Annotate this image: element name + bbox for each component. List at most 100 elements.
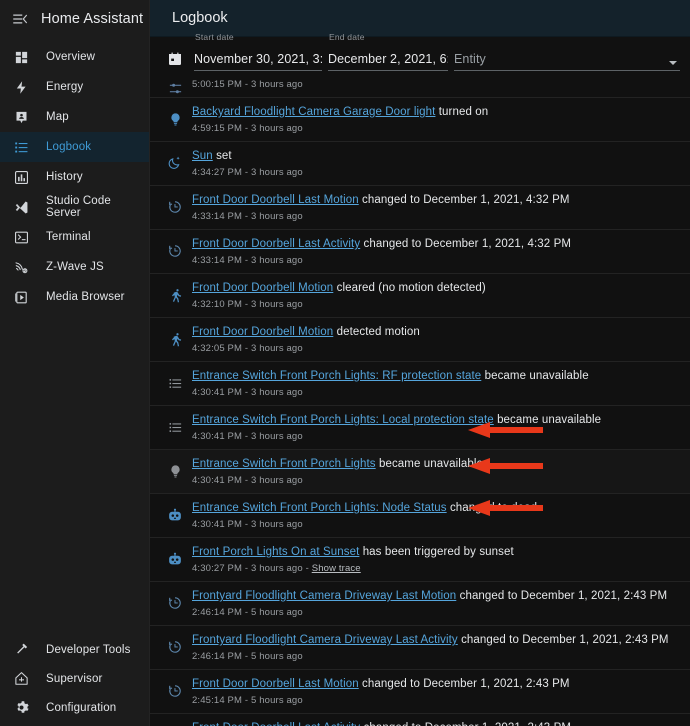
entity-link[interactable]: Front Door Doorbell Last Activity bbox=[192, 722, 360, 726]
sidebar-item-history[interactable]: History bbox=[0, 162, 149, 192]
tune-icon bbox=[161, 77, 189, 99]
sidebar-nav: Overview Energy Map bbox=[0, 37, 149, 635]
sidebar-item-label: Energy bbox=[46, 81, 83, 93]
calendar-icon[interactable] bbox=[164, 48, 186, 70]
entity-link[interactable]: Front Door Doorbell Last Motion bbox=[192, 678, 359, 690]
log-entry-body: Entrance Switch Front Porch Lights: Node… bbox=[189, 501, 680, 530]
sidebar-item-energy[interactable]: Energy bbox=[0, 72, 149, 102]
log-entry-row[interactable]: Front Door Doorbell Last Activity change… bbox=[150, 713, 690, 726]
log-entry-body: Front Door Doorbell Last Activity change… bbox=[189, 237, 680, 266]
log-entry-body: Front Door Doorbell Last Motion changed … bbox=[189, 193, 680, 222]
entity-link[interactable]: Frontyard Floodlight Camera Driveway Las… bbox=[192, 634, 458, 646]
sidebar-item-media-browser[interactable]: Media Browser bbox=[0, 282, 149, 312]
log-entry-row[interactable]: Front Door Doorbell Last Motion changed … bbox=[150, 185, 690, 229]
end-date-value: December 2, 2021, 6:00 PM bbox=[328, 52, 448, 71]
view-dashboard-icon bbox=[10, 46, 32, 68]
chevron-down-icon[interactable] bbox=[669, 61, 677, 65]
log-entry-row[interactable]: Sun set 4:34:27 PM - 3 hours ago bbox=[150, 141, 690, 185]
log-entry-row[interactable]: Front Porch Lights On at Sunset has been… bbox=[150, 537, 690, 581]
entity-link[interactable]: Entrance Switch Front Porch Lights: Node… bbox=[192, 502, 447, 514]
vscode-icon bbox=[10, 196, 32, 218]
entity-link[interactable]: Entrance Switch Front Porch Lights: Loca… bbox=[192, 414, 494, 426]
lightning-bolt-icon bbox=[10, 76, 32, 98]
format-list-bulleted-icon bbox=[10, 136, 32, 158]
entity-link[interactable]: Front Door Doorbell Motion bbox=[192, 326, 333, 338]
sidebar: Home Assistant Overview Energy Map bbox=[0, 0, 150, 726]
entity-link[interactable]: Backyard Floodlight Camera Garage Door l… bbox=[192, 106, 435, 118]
sidebar-item-label: Logbook bbox=[46, 141, 91, 153]
log-entry-timestamp: 4:30:27 PM - 3 hours ago - bbox=[192, 563, 309, 574]
show-trace-link[interactable]: Show trace bbox=[312, 563, 361, 574]
sidebar-item-configuration[interactable]: Configuration bbox=[0, 693, 149, 722]
entity-input[interactable]: Entity bbox=[454, 52, 680, 71]
log-entry-row[interactable]: Frontyard Floodlight Camera Driveway Las… bbox=[150, 625, 690, 669]
log-entry-row[interactable]: Entrance Switch Front Porch Lights becam… bbox=[150, 449, 690, 493]
start-date-value: November 30, 2021, 3:00 PM bbox=[194, 52, 322, 71]
log-entry-action: changed to December 1, 2021, 2:43 PM bbox=[460, 590, 668, 602]
log-entry-row[interactable]: Front Door Doorbell Motion cleared (no m… bbox=[150, 273, 690, 317]
z-wave-icon bbox=[10, 256, 32, 278]
sidebar-item-overview[interactable]: Overview bbox=[0, 42, 149, 72]
log-entry-message: Front Door Doorbell Last Motion changed … bbox=[192, 677, 680, 692]
sidebar-item-developer-tools[interactable]: Developer Tools bbox=[0, 635, 149, 664]
log-entry-action: became unavailable bbox=[379, 458, 483, 470]
entity-link[interactable]: Entrance Switch Front Porch Lights: RF p… bbox=[192, 370, 481, 382]
entity-picker[interactable]: Entity bbox=[454, 52, 680, 74]
sidebar-item-label: Overview bbox=[46, 51, 95, 63]
log-entry-time: 4:30:41 PM - 3 hours ago bbox=[192, 387, 680, 398]
log-entry-action: became unavailable bbox=[497, 414, 601, 426]
sidebar-item-terminal[interactable]: Terminal bbox=[0, 222, 149, 252]
entity-link[interactable]: Front Door Doorbell Last Activity bbox=[192, 238, 360, 250]
sidebar-item-studio-code-server[interactable]: Studio Code Server bbox=[0, 192, 149, 222]
entity-link[interactable]: Entrance Switch Front Porch Lights bbox=[192, 458, 376, 470]
logbook-list[interactable]: 5:00:15 PM - 3 hours ago Backyard Floodl… bbox=[150, 74, 690, 726]
sidebar-item-zwave-js[interactable]: Z-Wave JS bbox=[0, 252, 149, 282]
sidebar-bottom-nav: Developer Tools Supervisor Configuration bbox=[0, 635, 149, 726]
log-entry-action: changed to December 1, 2021, 2:43 PM bbox=[364, 722, 572, 726]
lightbulb-off-icon bbox=[161, 460, 189, 482]
log-entry-body: Backyard Floodlight Camera Garage Door l… bbox=[189, 105, 680, 134]
entity-link[interactable]: Front Porch Lights On at Sunset bbox=[192, 546, 359, 558]
end-date-field[interactable]: End date December 2, 2021, 6:00 PM bbox=[328, 52, 448, 74]
entity-link[interactable]: Front Door Doorbell Last Motion bbox=[192, 194, 359, 206]
hassio-icon bbox=[10, 668, 32, 690]
log-entry-message: Entrance Switch Front Porch Lights: Loca… bbox=[192, 413, 680, 428]
sidebar-item-logbook[interactable]: Logbook bbox=[0, 132, 149, 162]
sidebar-title: Home Assistant bbox=[41, 11, 143, 27]
log-entry-row[interactable]: Entrance Switch Front Porch Lights: Node… bbox=[150, 493, 690, 537]
log-entry-body: Front Door Doorbell Motion cleared (no m… bbox=[189, 281, 680, 310]
menu-open-icon[interactable] bbox=[9, 8, 31, 30]
log-entry-row[interactable]: Entrance Switch Front Porch Lights: RF p… bbox=[150, 361, 690, 405]
sidebar-item-label: Studio Code Server bbox=[46, 195, 149, 219]
log-entry-time: 4:30:41 PM - 3 hours ago bbox=[192, 519, 680, 530]
log-entry-row[interactable]: Front Door Doorbell Motion detected moti… bbox=[150, 317, 690, 361]
log-entry-action: has been triggered by sunset bbox=[363, 546, 514, 558]
sidebar-item-map[interactable]: Map bbox=[0, 102, 149, 132]
log-entry-message: Entrance Switch Front Porch Lights: Node… bbox=[192, 501, 680, 516]
log-entry-row[interactable]: Front Door Doorbell Last Motion changed … bbox=[150, 669, 690, 713]
start-date-field[interactable]: Start date November 30, 2021, 3:00 PM bbox=[194, 52, 322, 74]
filter-bar: Start date November 30, 2021, 3:00 PM En… bbox=[150, 37, 690, 74]
log-entry-row[interactable]: Front Door Doorbell Last Activity change… bbox=[150, 229, 690, 273]
sidebar-item-label: History bbox=[46, 171, 83, 183]
log-entry-row[interactable]: 5:00:15 PM - 3 hours ago bbox=[150, 74, 690, 97]
entity-link[interactable]: Sun bbox=[192, 150, 213, 162]
sidebar-item-label: Terminal bbox=[46, 231, 91, 243]
sidebar-item-supervisor[interactable]: Supervisor bbox=[0, 664, 149, 693]
clock-restore-icon bbox=[161, 592, 189, 614]
entity-link[interactable]: Front Door Doorbell Motion bbox=[192, 282, 333, 294]
sidebar-item-label: Supervisor bbox=[46, 673, 102, 685]
map-marker-account-icon bbox=[10, 106, 32, 128]
log-entry-body: Entrance Switch Front Porch Lights becam… bbox=[189, 457, 680, 486]
log-entry-message: Backyard Floodlight Camera Garage Door l… bbox=[192, 105, 680, 120]
home-assistant-app: Home Assistant Overview Energy Map bbox=[0, 0, 690, 726]
log-entry-time: 4:34:27 PM - 3 hours ago bbox=[192, 167, 680, 178]
log-entry-row[interactable]: Entrance Switch Front Porch Lights: Loca… bbox=[150, 405, 690, 449]
log-entry-message: Front Door Doorbell Last Activity change… bbox=[192, 721, 680, 726]
log-entry-row[interactable]: Backyard Floodlight Camera Garage Door l… bbox=[150, 97, 690, 141]
walk-icon bbox=[161, 284, 189, 306]
entity-link[interactable]: Frontyard Floodlight Camera Driveway Las… bbox=[192, 590, 456, 602]
log-entry-message: Front Door Doorbell Last Motion changed … bbox=[192, 193, 680, 208]
log-entry-row[interactable]: Frontyard Floodlight Camera Driveway Las… bbox=[150, 581, 690, 625]
log-entry-time: 4:30:41 PM - 3 hours ago bbox=[192, 431, 680, 442]
